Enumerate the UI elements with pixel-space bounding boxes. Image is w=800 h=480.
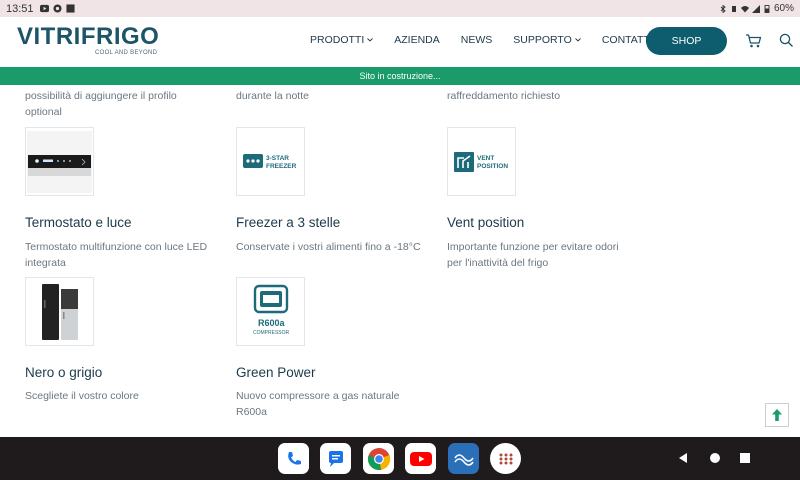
- chrome-app-icon[interactable]: [363, 443, 394, 474]
- status-time: 13:51: [6, 2, 34, 15]
- vent-icon-text-2: POSITION: [477, 163, 508, 170]
- youtube-icon: [409, 451, 432, 466]
- cart-icon[interactable]: [745, 33, 762, 49]
- feature-desc-green-power-line1: Nuovo compressore a gas naturale: [236, 390, 400, 402]
- freezer-icon-text-1: 3-STAR: [266, 155, 289, 162]
- home-icon[interactable]: [708, 451, 722, 465]
- messages-icon: [328, 450, 343, 467]
- previous-desc-col2-line1: durante la notte: [236, 90, 309, 102]
- nav-supporto-label: SUPPORTO: [513, 34, 572, 46]
- battery-icon: [764, 4, 770, 13]
- nav-news-label: NEWS: [460, 34, 493, 46]
- features-grid: possibilità di aggiungere il profilo opt…: [0, 85, 800, 437]
- feature-desc-freezer-line1: Conservate i vostri alimenti fino a -18°…: [236, 241, 421, 253]
- scroll-to-top-button[interactable]: [765, 403, 789, 427]
- grid-dots-icon: [499, 453, 512, 464]
- feature-desc-green-power-line2: R600a: [236, 406, 267, 418]
- feature-desc-vent-line1: Importante funzione per evitare odori: [447, 241, 619, 253]
- feature-title-green-power: Green Power: [236, 365, 316, 380]
- arrow-up-icon: [772, 409, 782, 421]
- feature-desc-vent-line2: per l'inattività del frigo: [447, 257, 549, 269]
- nav-supporto[interactable]: SUPPORTO: [513, 34, 581, 46]
- feature-title-freezer: Freezer a 3 stelle: [236, 215, 341, 230]
- search-icon[interactable]: [779, 33, 794, 48]
- previous-desc-col3-line1: raffreddamento richiesto: [447, 90, 561, 102]
- three-star-freezer-image: 3-STAR FREEZER: [236, 127, 305, 196]
- feature-desc-termostato-line1: Termostato multifunzione con luce LED: [25, 241, 208, 253]
- three-star-freezer-icon: 3-STAR FREEZER: [242, 153, 297, 170]
- phone-app-icon[interactable]: [278, 443, 309, 474]
- chrome-icon: [367, 447, 390, 470]
- construction-banner: Sito in costruzione...: [0, 67, 800, 85]
- recents-icon[interactable]: [738, 451, 752, 465]
- feature-desc-colors-line1: Scegliete il vostro colore: [25, 390, 139, 402]
- bluetooth-icon: [720, 4, 726, 13]
- status-right: 60%: [719, 3, 794, 14]
- youtube-notification-icon: [39, 4, 49, 13]
- thermostat-light-image: [25, 127, 94, 196]
- chevron-down-icon: [367, 38, 374, 42]
- site-header: VITRIFRIGO COOL AND BEYOND PRODOTTI AZIE…: [0, 17, 800, 67]
- youtube-app-icon[interactable]: [405, 443, 436, 474]
- gallery-notification-icon: [65, 4, 75, 13]
- logo-wordmark: VITRIFRIGO: [17, 23, 160, 50]
- victron-app-icon[interactable]: [448, 443, 479, 474]
- brand-logo[interactable]: VITRIFRIGO COOL AND BEYOND: [17, 23, 160, 59]
- vent-icon-text-1: VENT: [477, 155, 494, 162]
- freezer-icon-text-2: FREEZER: [266, 163, 297, 170]
- shop-button[interactable]: SHOP: [646, 27, 727, 55]
- nav-news[interactable]: NEWS: [461, 34, 493, 46]
- wifi-icon: [740, 5, 749, 12]
- phone-icon: [287, 451, 301, 465]
- nav-azienda[interactable]: AZIENDA: [394, 34, 440, 46]
- r600a-compressor-image: R600a COMPRESSOR: [236, 277, 305, 346]
- vent-position-image: VENT POSITION: [447, 127, 516, 196]
- chrome-notification-icon: [52, 4, 62, 13]
- nav-azienda-label: AZIENDA: [394, 34, 440, 46]
- nav-prodotti[interactable]: PRODOTTI: [310, 34, 374, 46]
- r600a-compressor-icon: R600a COMPRESSOR: [253, 284, 290, 336]
- fridge-colors-image: [25, 277, 94, 346]
- thermostat-light-icon: [27, 130, 92, 193]
- nav-prodotti-label: PRODOTTI: [310, 34, 365, 46]
- vent-position-icon: VENT POSITION: [453, 151, 508, 172]
- wave-icon: [453, 453, 474, 466]
- compressor-icon-text-1: R600a: [258, 318, 286, 328]
- feature-title-termostato: Termostato e luce: [25, 215, 132, 230]
- signal-icon: [751, 4, 760, 13]
- compressor-icon-text-2: COMPRESSOR: [253, 330, 290, 336]
- feature-title-vent: Vent position: [447, 215, 525, 230]
- previous-desc-col1-line1: possibilità di aggiungere il profilo: [25, 90, 177, 102]
- main-nav: PRODOTTI AZIENDA NEWS SUPPORTO CONTATTI: [310, 34, 683, 46]
- previous-desc-col1-line2: optional: [25, 106, 62, 118]
- messages-app-icon[interactable]: [320, 443, 351, 474]
- vibrate-icon: [731, 5, 736, 12]
- status-bar: 13:51 60%: [0, 0, 800, 17]
- android-navigation-bar: [0, 437, 800, 480]
- chevron-down-icon: [574, 38, 581, 42]
- logo-tagline: COOL AND BEYOND: [95, 50, 158, 56]
- back-icon[interactable]: [676, 451, 690, 465]
- feature-title-colors: Nero o grigio: [25, 365, 103, 380]
- battery-percent: 60%: [773, 3, 794, 14]
- feature-desc-termostato-line2: integrata: [25, 257, 66, 269]
- app-drawer-icon[interactable]: [490, 443, 521, 474]
- fridge-colors-icon: [41, 283, 78, 340]
